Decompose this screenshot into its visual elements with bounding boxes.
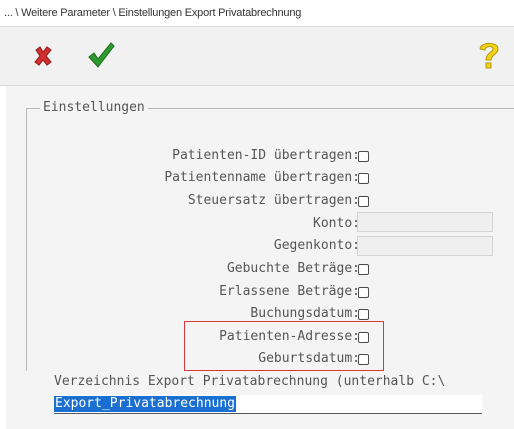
booking-date-checkbox[interactable] <box>358 309 369 320</box>
row-tax-rate: Steuersatz übertragen: <box>0 191 360 211</box>
row-account: Konto: <box>0 214 360 234</box>
highlight-box <box>184 321 384 371</box>
patient-id-checkbox[interactable] <box>358 151 369 162</box>
green-check-icon <box>88 42 115 68</box>
group-label: Einstellungen <box>40 100 148 115</box>
contra-account-field[interactable] <box>357 236 493 256</box>
row-patient-id: Patienten-ID übertragen: <box>0 146 360 166</box>
patient-name-checkbox[interactable] <box>358 173 369 184</box>
title-bar: ... \ Weitere Parameter \ Einstellungen … <box>0 0 514 27</box>
patient-name-label: Patientenname übertragen: <box>164 170 360 185</box>
toolbar <box>0 27 514 86</box>
window-title: ... \ Weitere Parameter \ Einstellungen … <box>4 7 302 19</box>
tax-rate-label: Steuersatz übertragen: <box>187 193 360 208</box>
export-directory-input[interactable]: Export_Privatabrechnung <box>54 395 482 414</box>
account-label: Konto: <box>313 216 360 231</box>
row-patient-name: Patientenname übertragen: <box>0 168 360 188</box>
cancel-button[interactable] <box>32 45 54 67</box>
help-button[interactable] <box>476 40 502 72</box>
export-directory-value: Export_Privatabrechnung <box>54 396 237 412</box>
waived-amounts-label: Erlassene Beträge: <box>219 284 360 299</box>
tax-rate-checkbox[interactable] <box>358 196 369 207</box>
patient-id-label: Patienten-ID übertragen: <box>172 148 360 163</box>
ok-button[interactable] <box>86 40 116 70</box>
waived-amounts-checkbox[interactable] <box>358 287 369 298</box>
contra-account-label: Gegenkonto: <box>273 238 360 253</box>
row-booked-amounts: Gebuchte Beträge: <box>0 259 360 279</box>
row-waived-amounts: Erlassene Beträge: <box>0 282 360 302</box>
export-directory-label: Verzeichnis Export Privatabrechnung (unt… <box>54 374 446 389</box>
row-contra-account: Gegenkonto: <box>0 236 360 256</box>
red-x-icon <box>34 46 52 66</box>
booked-amounts-checkbox[interactable] <box>358 264 369 275</box>
account-field[interactable] <box>357 212 493 232</box>
booked-amounts-label: Gebuchte Beträge: <box>226 261 360 276</box>
yellow-question-icon <box>479 42 499 69</box>
